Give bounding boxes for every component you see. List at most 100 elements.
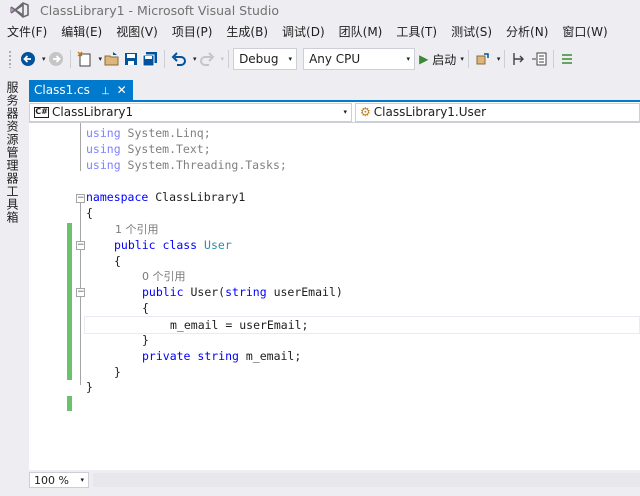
layout-button[interactable] [531,48,547,70]
menu-analyze[interactable]: 分析(N) [499,21,555,43]
menu-build[interactable]: 生成(B) [219,21,275,43]
code-line-assignment: m_email = userEmail; [170,317,308,333]
left-tool-strip: 服务器资源管理器 工具箱 [0,75,24,496]
collapse-method-icon[interactable]: − [76,288,85,297]
step-icon [513,53,525,65]
back-arrow-icon [21,52,35,66]
save-all-button[interactable] [142,48,158,70]
redo-button[interactable] [199,48,215,70]
namespace-ref: System.Linq; [120,126,211,140]
parameter: userEmail) [266,285,343,299]
configuration-value: Debug [239,52,279,66]
menu-file[interactable]: 文件(F) [0,21,54,43]
start-label: 启动 [432,52,457,67]
menu-view[interactable]: 视图(V) [109,21,165,43]
type-dropdown[interactable]: ⚙ ClassLibrary1.User [355,102,640,122]
menu-tools[interactable]: 工具(T) [389,21,444,43]
reference-count[interactable]: 1 个引用 [115,223,159,236]
code-line-brace: { [142,300,149,316]
change-marker [67,223,72,380]
toolbar-grip[interactable] [8,50,12,68]
new-project-icon [77,51,91,67]
undo-button[interactable] [171,48,187,70]
menu-debug[interactable]: 调试(D) [275,21,332,43]
tab-class1-cs[interactable]: Class1.cs ⊣ ✕ [29,80,133,100]
project-dropdown[interactable]: C# ClassLibrary1 ▾ [29,102,352,122]
menu-test[interactable]: 测试(S) [444,21,499,43]
new-dropdown-icon[interactable]: ▾ [99,55,103,63]
open-file-button[interactable] [104,48,120,70]
close-icon[interactable]: ✕ [117,83,127,97]
menu-edit[interactable]: 编辑(E) [54,21,109,43]
horizontal-scrollbar[interactable] [93,473,640,487]
server-explorer-tab[interactable]: 服务器资源管理器 [4,81,21,185]
keyword: using [86,158,121,172]
class-icon: ⚙ [360,105,371,119]
browser-link-button[interactable] [475,48,491,70]
comment-button[interactable] [560,48,574,70]
solution-platform-dropdown[interactable]: Any CPU ▾ [303,48,416,70]
menu-bar: 文件(F) 编辑(E) 视图(V) 项目(P) 生成(B) 调试(D) 团队(M… [0,21,640,43]
redo-dropdown-icon[interactable]: ▾ [221,55,225,63]
keyword: namespace [86,190,149,204]
class-name: User [204,238,232,252]
codelens-ctor-references[interactable]: 0 个引用 [142,268,186,284]
field-name: m_email; [238,349,302,363]
code-line-constructor: public User(string userEmail) [142,284,343,300]
code-line-brace: { [86,205,93,221]
brace: { [114,254,121,268]
code-line-class: public class User [114,237,232,253]
code-line-using-linq: using System.Linq; [86,125,211,141]
new-project-button[interactable] [77,48,93,70]
reference-count[interactable]: 0 个引用 [142,270,186,283]
keyword: using [86,142,121,156]
open-folder-icon [104,52,119,66]
play-icon: ▶ [419,52,429,66]
collapse-class-icon[interactable]: − [76,241,85,250]
menu-team[interactable]: 团队(M) [332,21,390,43]
code-line-brace: { [114,253,121,269]
keyword: public [114,238,156,252]
menu-window[interactable]: 窗口(W) [555,21,614,43]
toolbar-separator [467,50,469,68]
standard-toolbar: ▾ ▾ ▾ ▾ Debug ▾ Any CPU ▾ ▶ 启动 ▾ ▾ [0,44,640,74]
toolbar-separator [228,50,230,68]
code-editor[interactable]: − − − using System.Linq; using System.Te… [29,123,640,470]
codelens-class-references[interactable]: 1 个引用 [115,221,159,237]
zoom-dropdown[interactable]: 100 % ▾ [29,472,89,488]
save-button[interactable] [124,48,138,70]
tab-label: Class1.cs [34,83,90,97]
undo-dropdown-icon[interactable]: ▾ [193,55,197,63]
start-debugging-button[interactable]: ▶ 启动 ▾ [419,51,464,68]
code-line-using-text: using System.Text; [86,141,211,157]
brace: } [86,380,93,394]
save-all-icon [142,52,158,67]
navigation-bar: C# ClassLibrary1 ▾ ⚙ ClassLibrary1.User [29,102,640,123]
step-into-button[interactable] [511,48,527,70]
menu-project[interactable]: 项目(P) [165,21,220,43]
undo-icon [171,52,187,66]
back-dropdown-icon[interactable]: ▾ [42,55,46,63]
csharp-project-icon: C# [34,106,49,118]
zoom-value: 100 % [34,473,69,487]
collapse-namespace-icon[interactable]: − [76,194,85,203]
save-icon [125,53,138,65]
keyword: private [142,349,191,363]
forward-button[interactable] [48,48,64,70]
pin-icon[interactable]: ⊣ [99,86,110,95]
back-button[interactable] [20,48,36,70]
start-dropdown-icon[interactable]: ▾ [460,55,464,63]
toolbar-separator [164,50,166,68]
statement: m_email = userEmail; [170,318,309,332]
more-dropdown-icon[interactable]: ▾ [497,55,501,63]
code-line-field: private string m_email; [142,348,301,364]
browser-link-icon [476,53,489,65]
toolbox-tab[interactable]: 工具箱 [4,185,21,224]
chevron-down-icon: ▾ [288,55,293,63]
code-line-using-tasks: using System.Threading.Tasks; [86,157,287,173]
namespace-ref: System.Text; [120,142,211,156]
layout-icon [532,52,547,66]
project-name: ClassLibrary1 [52,105,134,119]
editor-bottom-bar: 100 % ▾ [29,470,640,490]
solution-configuration-dropdown[interactable]: Debug ▾ [233,48,298,70]
